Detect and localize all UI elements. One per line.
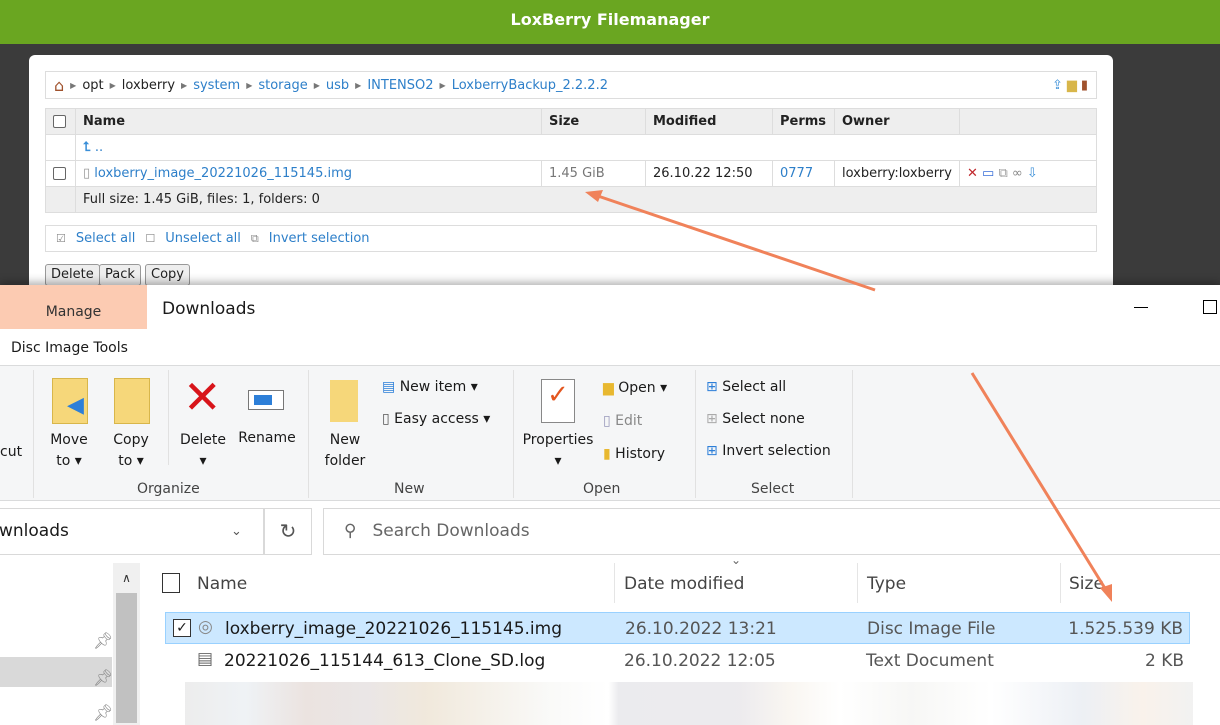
arrow-head-top	[585, 190, 603, 202]
annotation-arrows	[585, 190, 1112, 602]
arrow-line-top	[594, 193, 876, 292]
arrow-head-bottom	[1100, 584, 1112, 602]
arrow-line-bottom	[970, 372, 1108, 591]
